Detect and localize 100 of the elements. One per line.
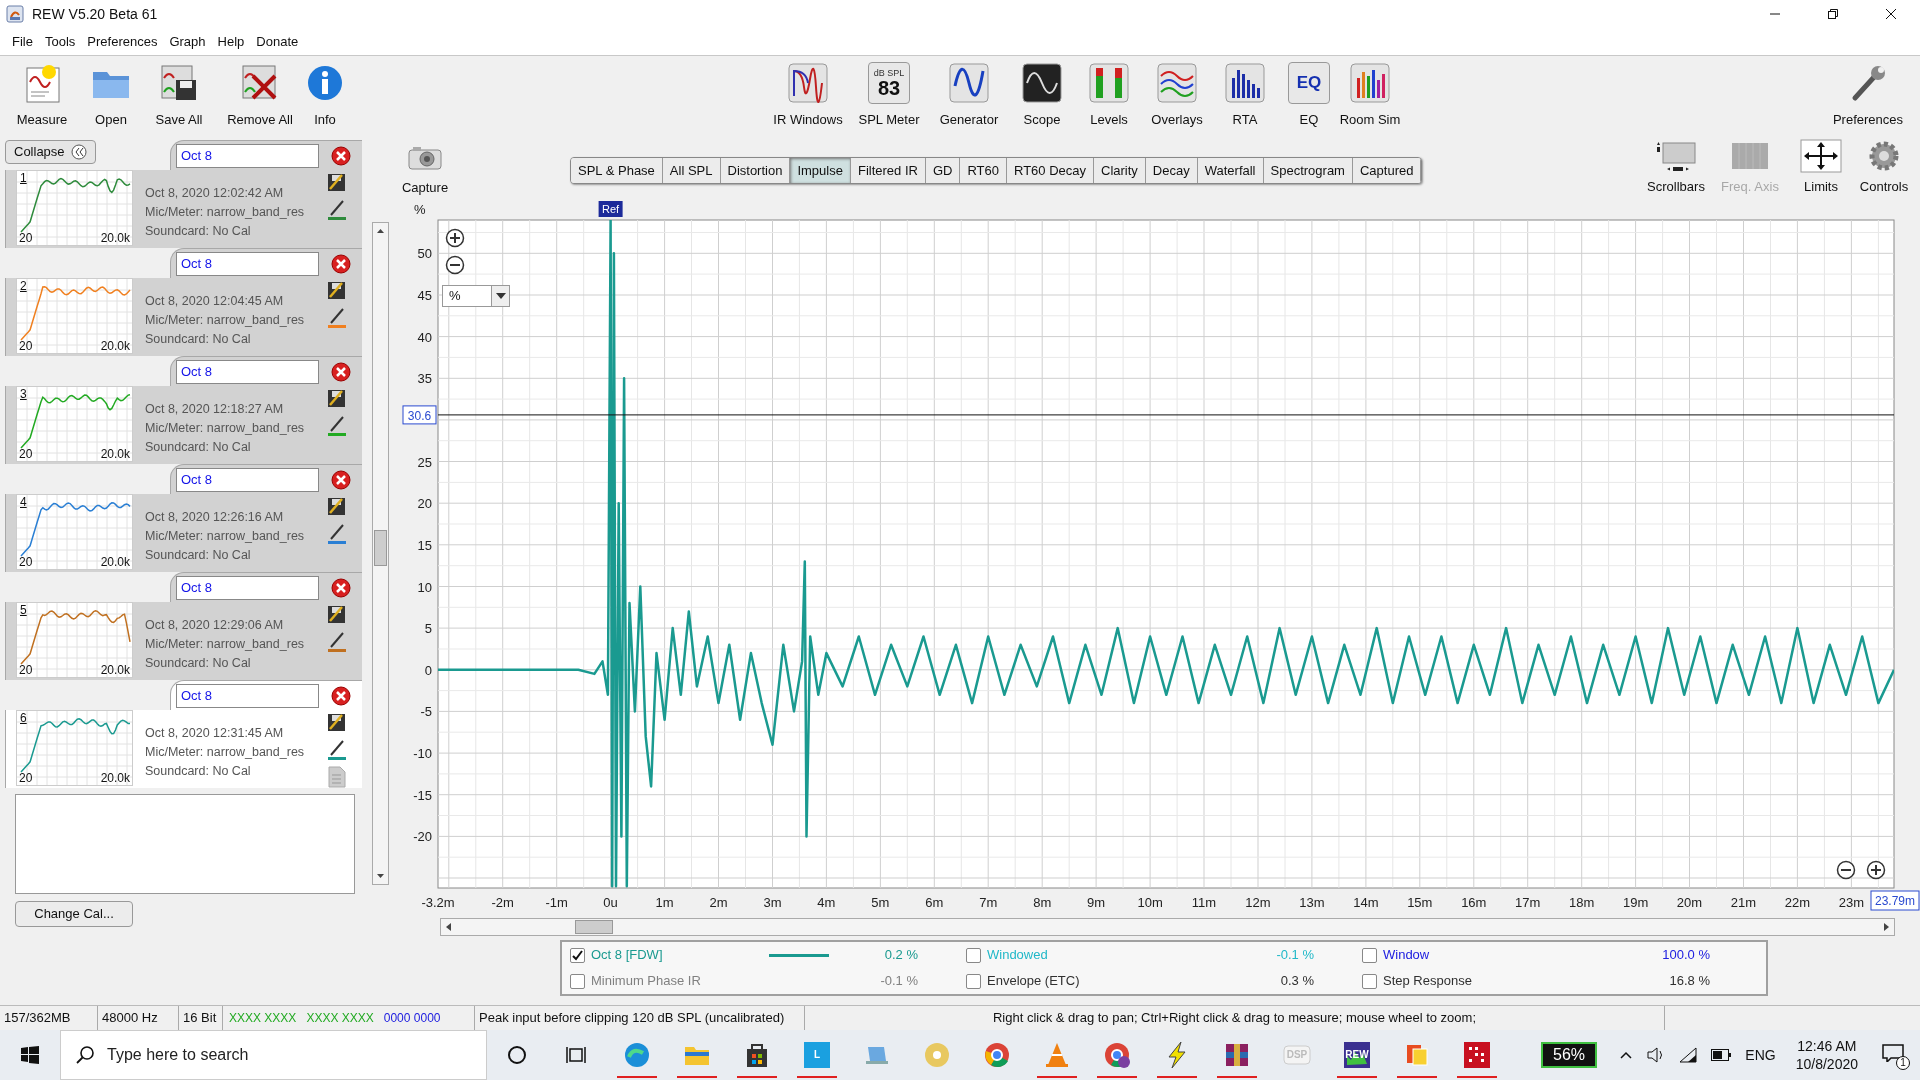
name-field[interactable]: Oct 8	[176, 251, 319, 276]
graph-tab[interactable]: RT60	[960, 158, 1007, 183]
language-indicator[interactable]: ENG	[1745, 1044, 1776, 1066]
toolbar-button[interactable]: Scope	[1008, 62, 1076, 130]
save-icon[interactable]	[327, 604, 347, 624]
graph-tab[interactable]: Filtered IR	[850, 158, 926, 183]
view-button[interactable]: Limits	[1786, 139, 1856, 197]
measurement-card[interactable]: 1 20 20.0k Oct 8, 2020 12:02:42 AM Mic/Meter: narrow_band_res Soundcard: No Cal	[5, 170, 362, 248]
graph-tab[interactable]: Decay	[1145, 158, 1198, 183]
view-button[interactable]: Scrollbars	[1638, 139, 1714, 197]
checkbox[interactable]	[570, 973, 585, 989]
notification-button[interactable]: 1	[1880, 1040, 1910, 1070]
scrollbar-thumb[interactable]	[374, 530, 387, 566]
taskbar-app[interactable]: REW	[1327, 1030, 1387, 1080]
checkbox[interactable]	[1362, 973, 1377, 989]
graph-tab[interactable]: Captured	[1352, 158, 1422, 183]
zoom-in-icon[interactable]	[1866, 860, 1886, 880]
graph-tab[interactable]: Clarity	[1094, 158, 1146, 183]
toolbar-button[interactable]: Remove All	[212, 62, 308, 130]
name-field[interactable]: Oct 8	[176, 359, 319, 384]
close-icon[interactable]	[331, 145, 351, 166]
graph-tab[interactable]: SPL & Phase	[571, 158, 663, 183]
pen-icon[interactable]	[327, 738, 347, 760]
close-icon[interactable]	[331, 685, 351, 706]
save-icon[interactable]	[327, 280, 347, 300]
pen-icon[interactable]	[327, 522, 347, 544]
toolbar-button[interactable]: Info	[308, 62, 342, 130]
toolbar-button[interactable]: Room Sim	[1340, 62, 1400, 130]
toolbar-button[interactable]: Open	[76, 62, 146, 130]
name-field[interactable]: Oct 8	[176, 683, 319, 708]
name-field[interactable]: Oct 8	[176, 575, 319, 600]
zoom-out-icon[interactable]	[1836, 860, 1856, 880]
graph-tab[interactable]: Distortion	[720, 158, 791, 183]
notes-field[interactable]	[15, 794, 355, 894]
measurement-card[interactable]: 5 20 20.0k Oct 8, 2020 12:29:06 AM Mic/Meter: narrow_band_res Soundcard: No Cal	[5, 602, 362, 680]
save-icon[interactable]	[327, 712, 347, 732]
toolbar-button[interactable]: Levels	[1076, 62, 1142, 130]
ref-marker[interactable]: Ref	[598, 201, 623, 217]
graph-tab[interactable]: Spectrogram	[1263, 158, 1353, 183]
capture-button[interactable]: Capture	[395, 136, 455, 198]
measurement-card[interactable]: 4 20 20.0k Oct 8, 2020 12:26:16 AM Mic/Meter: narrow_band_res Soundcard: No Cal	[5, 494, 362, 572]
close-icon[interactable]	[331, 253, 351, 274]
measurement-card[interactable]: 2 20 20.0k Oct 8, 2020 12:04:45 AM Mic/Meter: narrow_band_res Soundcard: No Cal	[5, 278, 362, 356]
zoom-in-icon[interactable]	[445, 228, 465, 248]
name-field[interactable]: Oct 8	[176, 143, 319, 168]
close-icon[interactable]	[331, 361, 351, 382]
toolbar-button[interactable]: Measure	[8, 62, 76, 130]
scrollbar[interactable]	[372, 222, 389, 885]
save-icon[interactable]	[327, 172, 347, 192]
checkbox[interactable]	[570, 947, 585, 963]
measurement-tab[interactable]: Oct 8	[170, 680, 362, 710]
close-icon[interactable]	[331, 469, 351, 490]
measurement-tab[interactable]: Oct 8	[170, 140, 362, 170]
close-icon[interactable]	[331, 577, 351, 598]
toolbar-button[interactable]: dB SPL 83 SPL Meter	[848, 62, 930, 130]
collapse-button[interactable]: Collapse	[5, 140, 96, 164]
toolbar-button[interactable]: EQ EQ	[1278, 62, 1340, 130]
toolbar-button[interactable]: Generator	[930, 62, 1008, 130]
clock-date[interactable]: 10/8/2020	[1795, 1055, 1858, 1073]
menu-item[interactable]: Tools	[38, 31, 82, 52]
scrollbar[interactable]	[440, 918, 1895, 936]
save-icon[interactable]	[327, 388, 347, 408]
menu-item[interactable]: Help	[211, 31, 251, 52]
pen-icon[interactable]	[327, 198, 347, 220]
measurement-tab[interactable]: Oct 8	[170, 356, 362, 386]
measurement-tab[interactable]: Oct 8	[170, 464, 362, 494]
checkbox[interactable]	[966, 947, 981, 963]
graph-tab[interactable]: RT60 Decay	[1007, 158, 1094, 183]
toolbar-button[interactable]: RTA	[1212, 62, 1278, 130]
unit-dropdown[interactable]: %	[442, 285, 510, 307]
change-cal-button[interactable]: Change Cal...	[15, 901, 133, 927]
menu-item[interactable]: Preferences	[81, 31, 164, 52]
graph-tab[interactable]: GD	[925, 158, 961, 183]
graph-tab[interactable]: Impulse	[790, 158, 851, 183]
graph-tab[interactable]: Waterfall	[1197, 158, 1264, 183]
scrollbar-thumb[interactable]	[575, 920, 613, 934]
measurement-tab[interactable]: Oct 8	[170, 572, 362, 602]
menu-item[interactable]: Donate	[250, 31, 305, 52]
name-field[interactable]: Oct 8	[176, 467, 319, 492]
toolbar-button[interactable]: Overlays	[1142, 62, 1212, 130]
menu-item[interactable]: Graph	[163, 31, 212, 52]
pen-icon[interactable]	[327, 306, 347, 328]
measurement-card[interactable]: 6 20 20.0k Oct 8, 2020 12:31:45 AM Mic/Meter: narrow_band_res Soundcard: No Cal	[5, 710, 362, 788]
pen-icon[interactable]	[327, 630, 347, 652]
measurement-tab[interactable]: Oct 8	[170, 248, 362, 278]
pen-icon[interactable]	[327, 414, 347, 436]
view-button[interactable]: Controls	[1856, 139, 1912, 197]
toolbar-button[interactable]: Save All	[146, 62, 212, 130]
toolbar-button[interactable]: Preferences	[1820, 62, 1916, 130]
save-icon[interactable]	[327, 496, 347, 516]
battery-icon[interactable]	[1711, 1049, 1732, 1061]
toolbar-button[interactable]: IR Windows	[768, 62, 848, 130]
menu-item[interactable]: File	[6, 31, 39, 52]
checkbox[interactable]	[1362, 947, 1377, 963]
wifi-icon[interactable]	[1679, 1047, 1698, 1063]
graph-tab[interactable]: All SPL	[662, 158, 721, 183]
measurement-card[interactable]: 3 20 20.0k Oct 8, 2020 12:18:27 AM Mic/Meter: narrow_band_res Soundcard: No Cal	[5, 386, 362, 464]
clock-time[interactable]: 12:46 AM	[1797, 1037, 1857, 1055]
zoom-out-icon[interactable]	[445, 255, 465, 275]
checkbox[interactable]	[966, 973, 981, 989]
